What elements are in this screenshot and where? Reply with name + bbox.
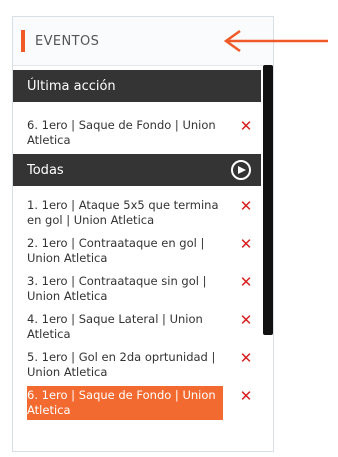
list-item-text: 3. 1ero | Contraataque sin gol | Union A… [27,274,207,303]
scrollbar[interactable] [263,65,273,335]
accent-bar [21,30,25,52]
list-item-text: 5. 1ero | Gol en 2da oprtunidad | Union … [27,350,216,379]
list-item-text: 6. 1ero | Saque de Fondo | Union Atletic… [27,386,223,420]
list-item[interactable]: 3. 1ero | Contraataque sin gol | Union A… [13,272,261,306]
delete-icon[interactable]: ✕ [237,351,255,366]
delete-icon[interactable]: ✕ [237,313,255,328]
delete-icon[interactable]: ✕ [237,119,255,134]
delete-icon[interactable]: ✕ [237,199,255,214]
last-action-header-label: Última acción [27,78,116,94]
all-events-list: 1. 1ero | Ataque 5x5 que termina en gol … [13,186,273,420]
all-events-header: Todas [13,154,261,186]
events-panel: EVENTOS Última acción 6. 1ero | Saque de… [12,16,274,452]
list-item[interactable]: 2. 1ero | Contraataque en gol | Union At… [13,234,261,268]
delete-icon[interactable]: ✕ [237,275,255,290]
all-events-header-label: Todas [27,162,64,178]
list-item-text: 1. 1ero | Ataque 5x5 que termina en gol … [27,198,219,227]
arrow-left-icon [223,29,328,53]
delete-icon[interactable]: ✕ [237,237,255,252]
list-item-text: 2. 1ero | Contraataque en gol | Union At… [27,236,205,265]
last-action-header: Última acción [13,70,261,102]
list-item[interactable]: 1. 1ero | Ataque 5x5 que termina en gol … [13,196,261,230]
list-item-text: 4. 1ero | Saque Lateral | Union Atletica [27,312,203,341]
delete-icon[interactable]: ✕ [237,389,255,404]
list-item-selected[interactable]: 6. 1ero | Saque de Fondo | Union Atletic… [13,386,261,420]
last-action-section: 6. 1ero | Saque de Fondo | Union Atletic… [13,102,273,154]
last-action-item[interactable]: 6. 1ero | Saque de Fondo | Union Atletic… [13,116,261,150]
play-circle-icon[interactable] [231,160,251,180]
list-item[interactable]: 5. 1ero | Gol en 2da oprtunidad | Union … [13,348,261,382]
last-action-item-text: 6. 1ero | Saque de Fondo | Union Atletic… [27,118,216,147]
list-item[interactable]: 4. 1ero | Saque Lateral | Union Atletica… [13,310,261,344]
panel-title: EVENTOS [35,33,100,49]
